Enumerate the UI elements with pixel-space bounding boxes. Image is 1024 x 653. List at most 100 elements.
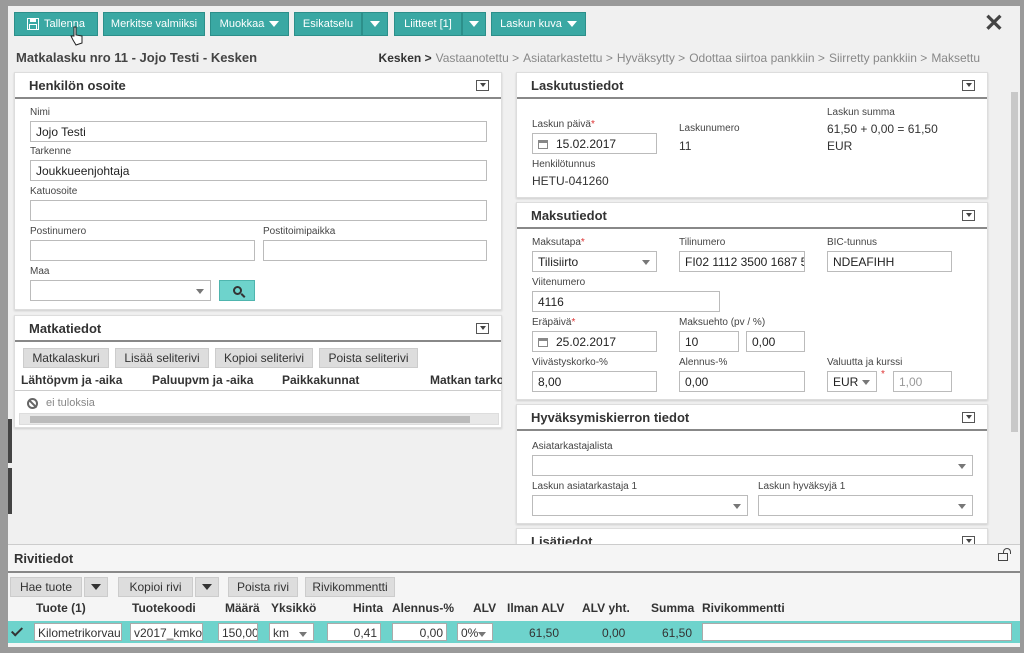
column-header[interactable]: Lähtöpvm ja -aika bbox=[21, 373, 122, 387]
column-header[interactable]: Paluupvm ja -aika bbox=[152, 373, 253, 387]
postal-input[interactable] bbox=[30, 240, 255, 261]
empty-state-text: ei tuloksia bbox=[46, 397, 95, 409]
column-header[interactable]: Rivikommentti bbox=[702, 601, 785, 615]
status-step: Hyväksytty > bbox=[616, 51, 686, 65]
approver-label: Laskun hyväksyjä 1 bbox=[758, 481, 846, 492]
column-header[interactable]: Summa bbox=[651, 601, 694, 615]
delete-row-button[interactable]: Poista rivi bbox=[228, 577, 298, 597]
attachments-button[interactable]: Liitteet [1] bbox=[394, 12, 462, 36]
column-header[interactable]: Tuote (1) bbox=[36, 601, 86, 615]
copy-line-button[interactable]: Kopioi seliterivi bbox=[215, 348, 313, 368]
copy-row-dropdown[interactable] bbox=[195, 577, 219, 597]
street-input[interactable] bbox=[30, 200, 487, 221]
approver-select[interactable] bbox=[758, 495, 973, 516]
column-header[interactable]: Määrä bbox=[225, 601, 260, 615]
save-button[interactable]: Tallenna bbox=[14, 12, 98, 36]
rows-section: Rivitiedot Hae tuote Kopioi rivi Poista … bbox=[8, 544, 1020, 647]
edit-button[interactable]: Muokkaa bbox=[210, 12, 289, 36]
delete-line-button[interactable]: Poista seliterivi bbox=[319, 348, 418, 368]
column-header[interactable]: ALV yht. bbox=[582, 601, 630, 615]
trips-panel-header: Matkatiedot bbox=[15, 316, 501, 342]
checker-list-label: Asiatarkastajalista bbox=[532, 441, 613, 452]
penalty-input[interactable]: 8,00 bbox=[532, 371, 657, 392]
copy-row-button[interactable]: Kopioi rivi bbox=[118, 577, 193, 597]
invoice-image-button[interactable]: Laskun kuva bbox=[491, 12, 586, 36]
hand-cursor-icon bbox=[70, 26, 83, 46]
unlock-icon[interactable] bbox=[998, 548, 1011, 561]
reference-input[interactable]: 4116 bbox=[532, 291, 720, 312]
calendar-icon[interactable] bbox=[538, 338, 548, 347]
collapse-icon[interactable] bbox=[962, 79, 975, 91]
mark-ready-button[interactable]: Merkitse valmiiksi bbox=[103, 12, 205, 36]
exchange-rate-input[interactable]: 1,00 bbox=[893, 371, 952, 392]
status-breadcrumb: Kesken > Vastaanotettu > Asiatarkastettu… bbox=[379, 51, 980, 65]
column-header[interactable]: Yksikkö bbox=[271, 601, 316, 615]
fetch-product-button[interactable]: Hae tuote bbox=[10, 577, 82, 597]
scrollbar-thumb[interactable] bbox=[1011, 92, 1018, 432]
chevron-down-icon bbox=[202, 584, 212, 590]
fetch-product-dropdown[interactable] bbox=[84, 577, 108, 597]
invoice-date-input[interactable]: 15.02.2017 bbox=[532, 133, 657, 154]
product-cell[interactable]: Kilometrikorvaus bbox=[34, 623, 122, 641]
column-header[interactable]: Tuotekoodi bbox=[132, 601, 196, 615]
unit-select[interactable]: km bbox=[269, 623, 314, 641]
column-header[interactable]: Matkan tarkoi bbox=[430, 373, 502, 387]
column-header[interactable]: Alennus-% bbox=[392, 601, 454, 615]
address-panel: Henkilön osoite Nimi Jojo Testi Tarkenne… bbox=[14, 72, 502, 310]
column-header[interactable]: ALV bbox=[473, 601, 496, 615]
scrollbar-thumb[interactable] bbox=[30, 416, 470, 423]
row-comment-input[interactable] bbox=[702, 623, 1012, 641]
name-input[interactable]: Jojo Testi bbox=[30, 121, 487, 142]
country-search-button[interactable] bbox=[219, 280, 255, 301]
title-input[interactable]: Joukkueenjohtaja bbox=[30, 160, 487, 181]
close-icon[interactable]: ✕ bbox=[984, 12, 1004, 36]
checker-list-select[interactable] bbox=[532, 455, 973, 476]
panel-title: Matkatiedot bbox=[29, 320, 102, 336]
currency-select[interactable]: EUR bbox=[827, 371, 877, 392]
reference-label: Viitenumero bbox=[532, 277, 586, 288]
country-select[interactable] bbox=[30, 280, 211, 301]
side-marker bbox=[8, 468, 12, 514]
attachments-dropdown-button[interactable] bbox=[462, 12, 486, 36]
collapse-icon[interactable] bbox=[962, 411, 975, 423]
column-header[interactable]: Hinta bbox=[353, 601, 383, 615]
empty-state: ei tuloksia bbox=[27, 397, 95, 409]
discount-cell[interactable]: 0,00 bbox=[392, 623, 447, 641]
price-cell[interactable]: 0,41 bbox=[327, 623, 381, 641]
panel-title: Laskutustiedot bbox=[531, 77, 624, 93]
collapse-icon[interactable] bbox=[962, 209, 975, 221]
preview-dropdown-button[interactable] bbox=[362, 12, 388, 36]
checker-select[interactable] bbox=[532, 495, 748, 516]
preview-button[interactable]: Esikatselu bbox=[294, 12, 362, 36]
preview-label: Esikatselu bbox=[302, 18, 354, 30]
discount-input[interactable]: 0,00 bbox=[679, 371, 805, 392]
collapse-icon[interactable] bbox=[476, 322, 489, 334]
penalty-label: Viivästyskorko-% bbox=[532, 357, 608, 368]
terms-percent-input[interactable]: 0,00 bbox=[746, 331, 805, 352]
ssn-label: Henkilötunnus bbox=[532, 159, 596, 170]
country-label: Maa bbox=[30, 266, 50, 277]
row-sum: 61,50 bbox=[662, 626, 693, 640]
city-input[interactable] bbox=[263, 240, 487, 261]
account-input[interactable]: FI02 1112 3500 1687 5 bbox=[679, 251, 805, 272]
horizontal-scrollbar[interactable] bbox=[19, 413, 499, 425]
payment-method-select[interactable]: Tilisiirto bbox=[532, 251, 657, 272]
vat-select[interactable]: 0% bbox=[457, 623, 493, 641]
name-label: Nimi bbox=[30, 107, 50, 118]
row-comment-button[interactable]: Rivikommentti bbox=[305, 577, 395, 597]
bic-input[interactable]: NDEAFIHH bbox=[827, 251, 952, 272]
collapse-icon[interactable] bbox=[476, 79, 489, 91]
column-header[interactable]: Ilman ALV bbox=[507, 601, 564, 615]
status-step: Odottaa siirtoa pankkiin > bbox=[689, 51, 825, 65]
product-code-cell[interactable]: v2017_kmkor bbox=[130, 623, 203, 641]
terms-days-input[interactable]: 10 bbox=[679, 331, 739, 352]
status-step: Maksettu bbox=[931, 51, 980, 65]
due-date-input[interactable]: 25.02.2017 bbox=[532, 331, 657, 352]
net-amount: 61,50 bbox=[529, 626, 560, 640]
quantity-cell[interactable]: 150,00 bbox=[218, 623, 258, 641]
vertical-scrollbar[interactable] bbox=[1009, 82, 1020, 544]
add-line-button[interactable]: Lisää seliterivi bbox=[115, 348, 209, 368]
trip-calculator-button[interactable]: Matkalaskuri bbox=[23, 348, 109, 368]
calendar-icon[interactable] bbox=[538, 140, 548, 149]
column-header[interactable]: Paikkakunnat bbox=[282, 373, 359, 387]
